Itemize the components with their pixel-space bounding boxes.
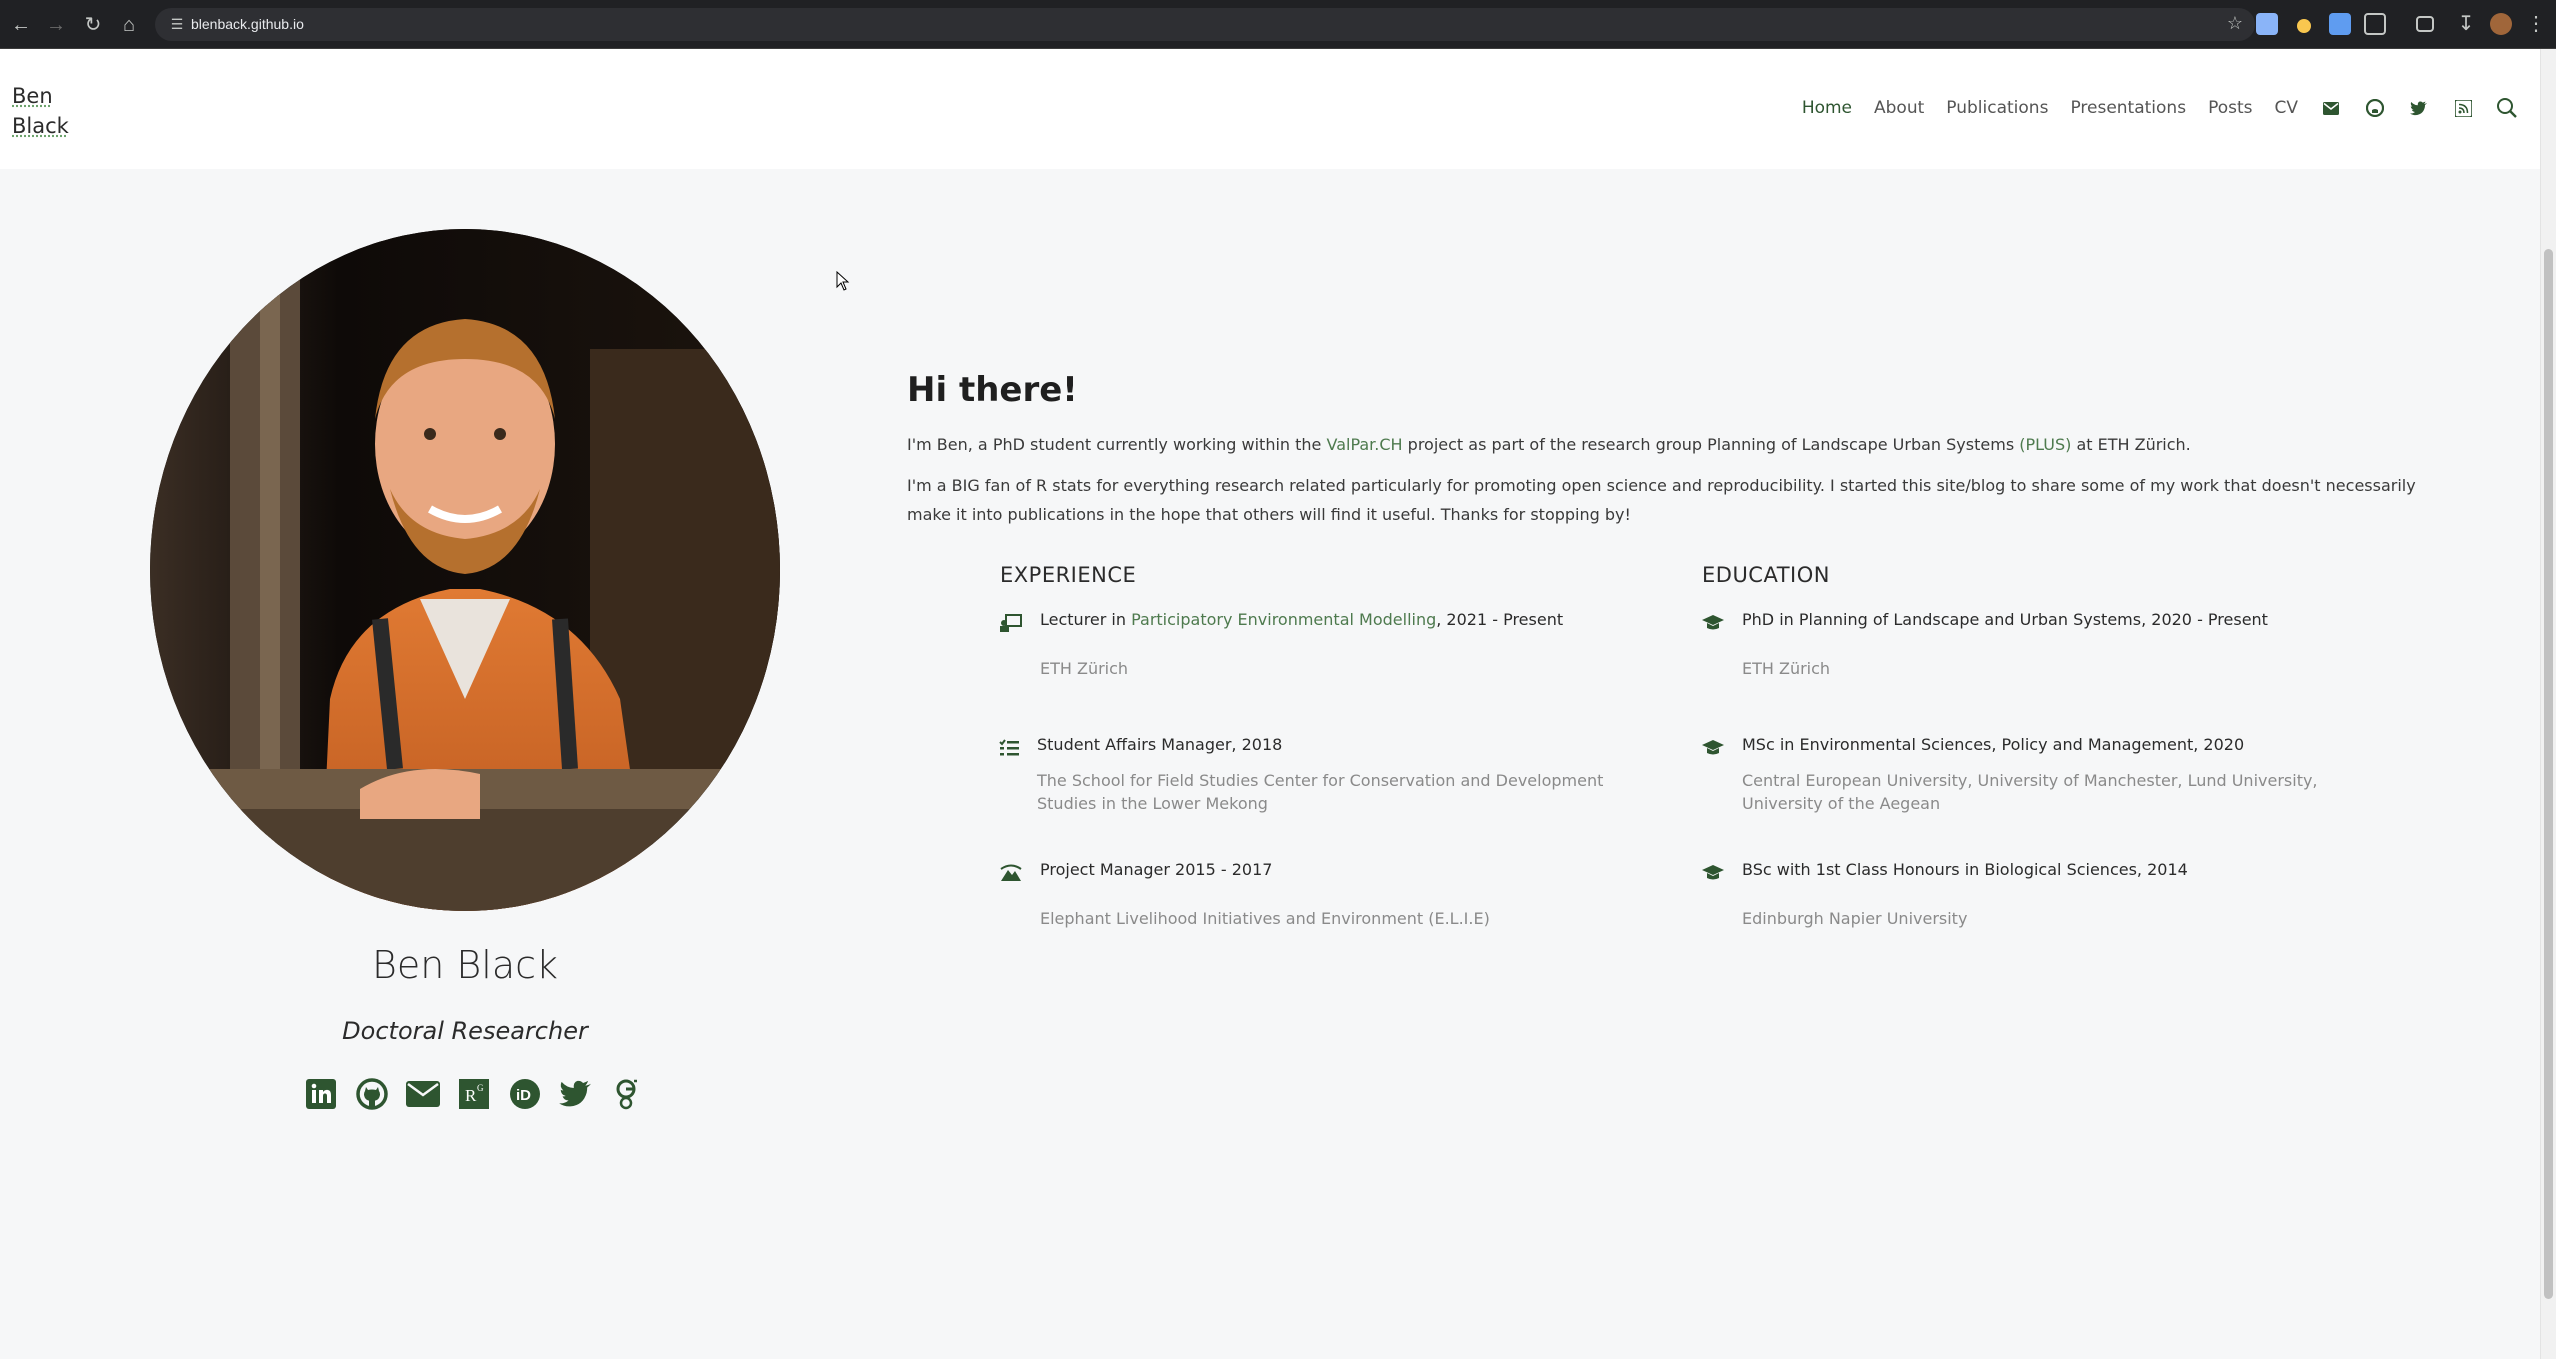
researchgate-icon[interactable]: RG [457, 1077, 491, 1111]
education-section: EDUCATION PhD in Planning of Landscape a… [1702, 563, 2342, 928]
svg-text:G: G [477, 1083, 484, 1093]
nav-cv[interactable]: CV [2275, 98, 2299, 118]
site-brand[interactable]: Ben Black [12, 81, 69, 141]
media-control-icon[interactable] [2416, 16, 2434, 32]
site-info-icon[interactable]: ☰ [167, 14, 187, 34]
education-item-institution: Edinburgh Napier University [1742, 909, 1968, 928]
profile-name: Ben Black [371, 943, 559, 987]
profile-avatar-icon[interactable] [2490, 13, 2512, 35]
intro-title: Hi there! [907, 370, 1078, 410]
twitter-icon[interactable] [559, 1077, 593, 1111]
nav-posts[interactable]: Posts [2208, 98, 2252, 118]
scrollbar-thumb[interactable] [2544, 249, 2553, 1299]
mouse-cursor-icon [836, 271, 850, 291]
nav-home[interactable]: Home [1802, 98, 1852, 118]
browser-menu-icon[interactable]: ⋮ [2526, 13, 2546, 35]
course-link[interactable]: Participatory Environmental Modelling [1131, 610, 1436, 629]
intro-p1-text-a: I'm Ben, a PhD student currently working… [907, 435, 1327, 454]
valpar-link[interactable]: ValPar.CH [1326, 435, 1402, 454]
google-scholar-icon[interactable] [610, 1077, 644, 1111]
github-icon[interactable] [355, 1077, 389, 1111]
social-links: RG iD [304, 1077, 644, 1111]
experience-item-org: ETH Zürich [1040, 659, 1129, 678]
experience-item: Student Affairs Manager, 2018 The School… [998, 735, 1640, 815]
brand-last-name[interactable]: Black [12, 111, 69, 141]
nav-publications[interactable]: Publications [1946, 98, 2048, 118]
profile-role: Doctoral Researcher [342, 1017, 588, 1045]
search-icon[interactable] [2496, 97, 2518, 119]
envelope-icon[interactable] [406, 1077, 440, 1111]
intro-section: Hi there! I'm Ben, a PhD student current… [907, 370, 2447, 529]
brand-first-name[interactable]: Ben [12, 81, 69, 111]
experience-item-title: Project Manager 2015 - 2017 [1040, 860, 1273, 879]
education-item-title: PhD in Planning of Landscape and Urban S… [1742, 610, 2268, 629]
experience-item-org: Elephant Livelihood Initiatives and Envi… [1040, 909, 1490, 928]
graduation-cap-icon [1702, 612, 1724, 634]
nav-presentations[interactable]: Presentations [2070, 98, 2186, 118]
education-item: PhD in Planning of Landscape and Urban S… [1702, 610, 2342, 690]
intro-p1-text-c: at ETH Zürich. [2071, 435, 2191, 454]
education-item: MSc in Environmental Sciences, Policy an… [1702, 735, 2342, 815]
extension-doc-icon[interactable] [2256, 13, 2278, 35]
rss-icon[interactable] [2452, 97, 2474, 119]
forward-icon[interactable]: → [43, 12, 69, 38]
list-icon [998, 737, 1020, 759]
experience-item-title: Student Affairs Manager, 2018 [1037, 735, 1283, 754]
browser-toolbar: ← → ↻ ⌂ ☰ blenback.github.io ☆ ↧ ⋮ [0, 0, 2556, 49]
page-scrollbar[interactable] [2540, 49, 2556, 1359]
plus-link[interactable]: (PLUS) [2019, 435, 2071, 454]
mountain-icon [1000, 862, 1022, 884]
experience-item-title: Lecturer in Participatory Environmental … [1040, 610, 1563, 629]
education-item: BSc with 1st Class Honours in Biological… [1702, 860, 2342, 940]
education-title: EDUCATION [1702, 563, 1830, 587]
experience-item: Project Manager 2015 - 2017 Elephant Liv… [1000, 860, 1640, 940]
download-icon[interactable]: ↧ [2455, 13, 2477, 35]
intro-paragraph-1: I'm Ben, a PhD student currently working… [907, 430, 2447, 459]
svg-text:iD: iD [516, 1087, 531, 1104]
reload-icon[interactable]: ↻ [80, 12, 106, 38]
url-text[interactable]: blenback.github.io [191, 16, 304, 32]
graduation-cap-icon [1702, 737, 1724, 759]
lecturer-text-a: Lecturer in [1040, 610, 1132, 629]
svg-text:R: R [465, 1086, 477, 1105]
extension-yellow-icon[interactable] [2297, 19, 2311, 33]
intro-paragraph-2: I'm a BIG fan of R stats for everything … [907, 476, 2416, 524]
orcid-icon[interactable]: iD [508, 1077, 542, 1111]
nav-about[interactable]: About [1874, 98, 1924, 118]
education-item-title: MSc in Environmental Sciences, Policy an… [1742, 735, 2245, 754]
education-item-title: BSc with 1st Class Honours in Biological… [1742, 860, 2188, 879]
experience-item-org: The School for Field Studies Center for … [1037, 771, 1604, 813]
lecturer-text-b: , 2021 - Present [1436, 610, 1564, 629]
extension-camera-icon[interactable] [2329, 13, 2351, 35]
site-header: Ben Black Home About Publications Presen… [0, 49, 2540, 169]
education-item-institution: Central European University, University … [1742, 771, 2318, 813]
back-icon[interactable]: ← [8, 12, 34, 38]
address-bar[interactable]: ☰ blenback.github.io ☆ [155, 8, 2255, 41]
experience-item: Lecturer in Participatory Environmental … [1000, 610, 1640, 690]
github-icon[interactable] [2364, 97, 2386, 119]
teacher-icon [1000, 612, 1022, 634]
home-icon[interactable]: ⌂ [116, 12, 142, 38]
envelope-icon[interactable] [2320, 97, 2342, 119]
experience-section: EXPERIENCE Lecturer in Participatory Env… [999, 563, 1640, 928]
main-nav: Home About Publications Presentations Po… [1802, 97, 2518, 119]
education-item-institution: ETH Zürich [1742, 659, 1831, 678]
experience-title: EXPERIENCE [1000, 563, 1137, 587]
profile-photo [150, 229, 780, 911]
extensions-puzzle-icon[interactable] [2364, 13, 2386, 35]
intro-p1-text-b: project as part of the research group Pl… [1402, 435, 2020, 454]
graduation-cap-icon [1702, 862, 1724, 884]
twitter-icon[interactable] [2408, 97, 2430, 119]
bookmark-star-icon[interactable]: ☆ [2227, 13, 2243, 34]
linkedin-icon[interactable] [304, 1077, 338, 1111]
